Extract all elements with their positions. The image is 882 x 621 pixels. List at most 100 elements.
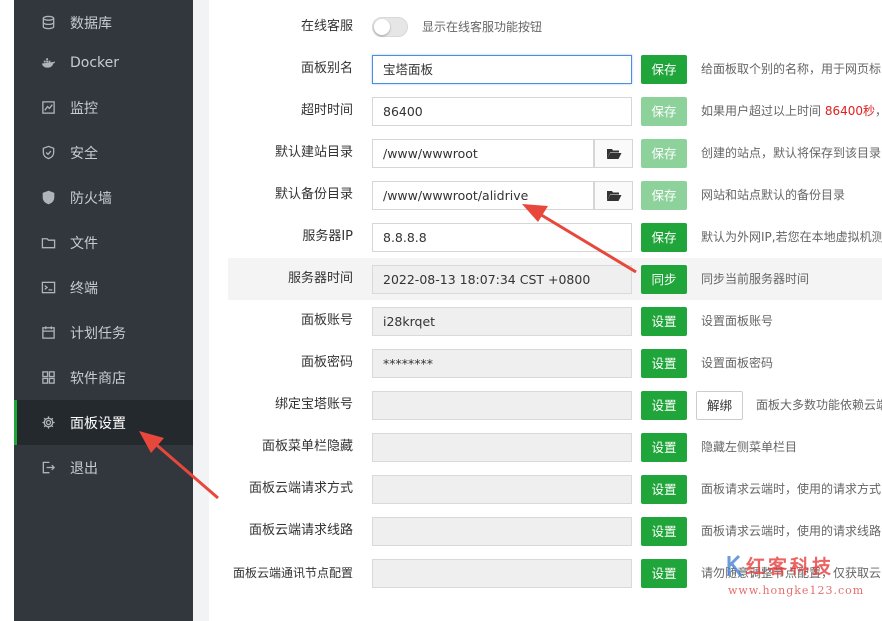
setting-desc: 面板请求云端时，使用的请求方式 [701, 482, 882, 496]
panel-account-input: i28krqet [372, 307, 632, 336]
setting-desc: 默认为外网IP,若您在本地虚拟机测 [701, 230, 882, 244]
setting-desc: 同步当前服务器时间 [701, 272, 810, 286]
timeout-input[interactable]: 86400 [372, 97, 632, 126]
watermark-logo [727, 554, 743, 577]
folder-open-icon [606, 191, 621, 201]
sidebar-item-label: 计划任务 [70, 325, 126, 342]
watermark-title: 红客科技 [746, 556, 835, 578]
bind-account-input [372, 391, 632, 420]
sidebar-item-store[interactable]: 软件商店 [14, 355, 193, 400]
calendar-icon [40, 325, 56, 341]
shield-icon [40, 145, 56, 161]
sidebar-item-label: 终端 [70, 280, 98, 297]
left-margin [0, 0, 14, 621]
bind-account-set-button[interactable]: 设置 [641, 391, 687, 420]
sidebar-item-label: 退出 [70, 460, 98, 477]
server-time-sync-button[interactable]: 同步 [641, 265, 687, 294]
desc-text: ， [875, 104, 882, 118]
cloud-method-set-button[interactable]: 设置 [641, 475, 687, 504]
firewall-icon [40, 190, 56, 206]
sidebar-item-docker[interactable]: Docker [14, 40, 193, 85]
setting-panel-alias: 面板别名 宝塔面板 保存 给面板取个别的名称，用于网页标 [228, 48, 882, 90]
desc-highlight: 86400秒 [824, 104, 876, 118]
setting-server-ip: 服务器IP 8.8.8.8 保存 默认为外网IP,若您在本地虚拟机测 [228, 216, 882, 258]
panel-password-input: ******** [372, 349, 632, 378]
sidebar-item-firewall[interactable]: 防火墙 [14, 175, 193, 220]
database-icon [40, 15, 56, 31]
setting-label: 默认备份目录 [274, 187, 353, 202]
watermark: 红客科技 www.hongke123.com [718, 548, 878, 608]
sidebar-item-database[interactable]: 数据库 [14, 0, 193, 45]
backup-dir-save-button[interactable]: 保存 [641, 181, 687, 210]
online-service-toggle[interactable] [372, 17, 408, 37]
folder-open-icon [606, 149, 621, 159]
panel-password-set-button[interactable]: 设置 [641, 349, 687, 378]
setting-label: 面板云端请求线路 [248, 523, 353, 538]
logout-icon [40, 460, 56, 476]
backup-dir-browse-button[interactable] [594, 181, 633, 210]
setting-server-time: 服务器时间 2022-08-13 18:07:34 CST +0800 同步 同… [228, 258, 882, 300]
cloud-node-set-button[interactable]: 设置 [641, 559, 687, 588]
setting-timeout: 超时时间 86400 保存 如果用户超过以上时间 86400秒， [228, 90, 882, 132]
panel-alias-input[interactable]: 宝塔面板 [372, 55, 632, 84]
setting-desc: 隐藏左侧菜单栏目 [701, 440, 798, 454]
setting-label: 服务器IP [302, 229, 353, 244]
sidebar-item-label: Docker [70, 54, 120, 71]
setting-backup-dir: 默认备份目录 /www/wwwroot/alidrive 保存 网站和站点默认的… [228, 174, 882, 216]
sidebar-item-monitor[interactable]: 监控 [14, 85, 193, 130]
panel-alias-save-button[interactable]: 保存 [641, 55, 687, 84]
setting-desc: 显示在线客服功能按钮 [422, 20, 543, 34]
setting-desc: 给面板取个别的名称，用于网页标 [701, 62, 882, 76]
setting-cloud-method: 面板云端请求方式 设置 面板请求云端时，使用的请求方式 [228, 468, 882, 510]
sidebar-item-security[interactable]: 安全 [14, 130, 193, 175]
cloud-route-input [372, 517, 632, 546]
backup-dir-input[interactable]: /www/wwwroot/alidrive [372, 181, 594, 210]
setting-hide-menu: 面板菜单栏隐藏 设置 隐藏左侧菜单栏目 [228, 426, 882, 468]
desc-text: 如果用户超过以上时间 [701, 104, 825, 118]
grid-icon [40, 370, 56, 386]
setting-desc: 创建的站点，默认将保存到该目录 [701, 146, 882, 160]
server-ip-input[interactable]: 8.8.8.8 [372, 223, 632, 252]
content-gutter [193, 0, 209, 621]
sidebar: 数据库 Docker 监控 安全 防火墙 文件 终端 计划任务 软件商店 面板设… [14, 0, 193, 621]
setting-desc: 面板大多数功能依赖云端 [756, 398, 882, 412]
sidebar-item-cron[interactable]: 计划任务 [14, 310, 193, 355]
settings-form: 在线客服 显示在线客服功能按钮 面板别名 宝塔面板 保存 给面板取个别的名称，用… [209, 0, 882, 621]
watermark-url: www.hongke123.com [728, 584, 865, 597]
setting-desc: 面板请求云端时，使用的请求线路 [701, 524, 882, 538]
server-ip-save-button[interactable]: 保存 [641, 223, 687, 252]
site-dir-save-button[interactable]: 保存 [641, 139, 687, 168]
sidebar-item-label: 防火墙 [70, 190, 112, 207]
unbind-button[interactable]: 解绑 [696, 391, 743, 420]
sidebar-item-panel-settings[interactable]: 面板设置 [14, 400, 193, 445]
setting-label: 超时时间 [300, 103, 353, 118]
sidebar-item-logout[interactable]: 退出 [14, 445, 193, 490]
sidebar-item-label: 面板设置 [70, 415, 126, 432]
sidebar-item-terminal[interactable]: 终端 [14, 265, 193, 310]
sidebar-item-files[interactable]: 文件 [14, 220, 193, 265]
sidebar-item-label: 文件 [70, 235, 98, 252]
setting-label: 面板别名 [300, 61, 353, 76]
setting-label: 默认建站目录 [274, 145, 353, 160]
site-dir-input[interactable]: /www/wwwroot [372, 139, 594, 168]
setting-desc: 设置面板账号 [701, 314, 774, 328]
setting-bind-account: 绑定宝塔账号 设置 解绑 面板大多数功能依赖云端 [228, 384, 882, 426]
setting-label: 面板菜单栏隐藏 [261, 439, 353, 454]
setting-label: 在线客服 [300, 19, 353, 34]
cloud-node-input [372, 559, 632, 588]
setting-label: 面板云端通讯节点配置 [232, 566, 353, 580]
timeout-save-button[interactable]: 保存 [641, 97, 687, 126]
setting-desc: 如果用户超过以上时间 86400秒， [701, 90, 882, 132]
monitor-icon [40, 100, 56, 116]
panel-account-set-button[interactable]: 设置 [641, 307, 687, 336]
cloud-method-input [372, 475, 632, 504]
panel-settings-page: 数据库 Docker 监控 安全 防火墙 文件 终端 计划任务 软件商店 面板设… [0, 0, 882, 621]
setting-desc: 网站和站点默认的备份目录 [701, 188, 846, 202]
sidebar-item-label: 数据库 [70, 15, 112, 32]
sidebar-item-label: 软件商店 [70, 370, 126, 387]
cloud-route-set-button[interactable]: 设置 [641, 517, 687, 546]
hide-menu-input [372, 433, 632, 462]
site-dir-browse-button[interactable] [594, 139, 633, 168]
hide-menu-set-button[interactable]: 设置 [641, 433, 687, 462]
setting-label: 服务器时间 [287, 271, 353, 286]
